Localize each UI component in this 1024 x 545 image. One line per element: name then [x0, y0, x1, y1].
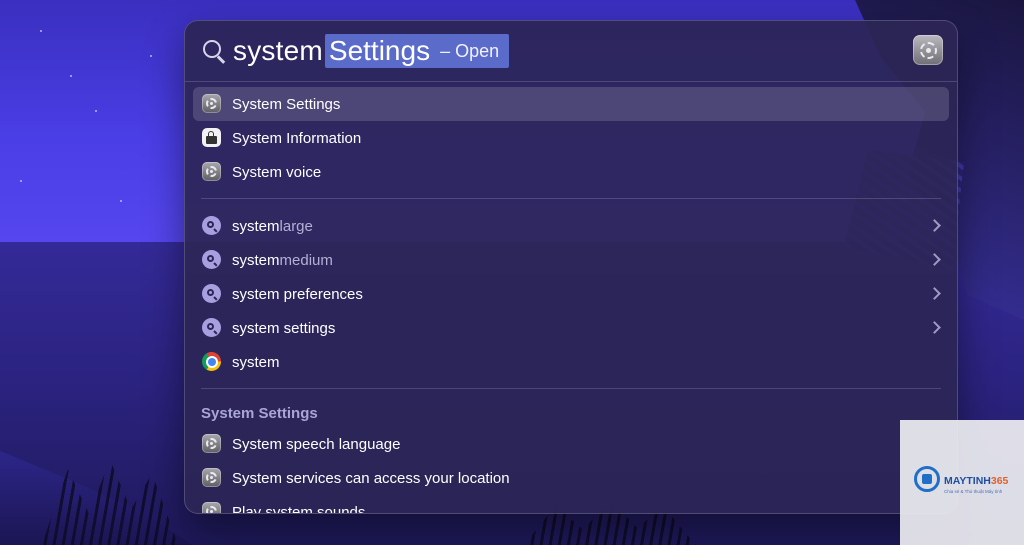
star	[95, 110, 97, 112]
search-suggestion-icon	[202, 284, 221, 303]
search-suggestion-icon	[202, 318, 221, 337]
divider	[201, 198, 941, 199]
search-query[interactable]: system Settings – Open	[233, 32, 510, 70]
spotlight-search-bar[interactable]: system Settings – Open	[185, 21, 957, 81]
suggestion-label: system preferences	[232, 285, 363, 303]
star	[120, 200, 122, 202]
search-typed-text: system	[233, 35, 323, 66]
search-autocomplete-highlight: Settings – Open	[324, 34, 510, 68]
suggestion-system-preferences[interactable]: system preferences	[193, 277, 949, 311]
chevron-right-icon	[928, 253, 941, 266]
result-system-information[interactable]: System Information	[193, 121, 949, 155]
search-icon	[203, 40, 221, 58]
result-system-speech-language[interactable]: System speech language	[193, 427, 949, 461]
star	[40, 30, 42, 32]
watermark-logo: MAYTINH365 Chia sẻ & Thủ thuật Máy tính	[900, 420, 1024, 545]
gear-icon	[202, 468, 221, 487]
search-completion-text: Settings	[328, 35, 431, 66]
search-action-hint: – Open	[440, 40, 500, 61]
system-information-icon	[202, 128, 221, 147]
chrome-icon	[202, 352, 221, 371]
result-label: Play system sounds	[232, 503, 366, 514]
result-label: system	[232, 353, 280, 371]
chevron-right-icon	[928, 219, 941, 232]
section-header-system-settings: System Settings	[201, 404, 318, 422]
results-list: System Settings System Information Syste…	[185, 82, 957, 514]
suggestion-label: system settings	[232, 319, 336, 337]
web-result-system[interactable]: system	[193, 345, 949, 379]
gear-icon	[202, 502, 221, 513]
result-label: System Settings	[232, 95, 341, 113]
star	[70, 75, 72, 77]
chevron-right-icon	[928, 287, 941, 300]
chevron-right-icon	[928, 321, 941, 334]
result-play-system-sounds[interactable]: Play system sounds	[193, 495, 949, 514]
result-system-services-location[interactable]: System services can access your location	[193, 461, 949, 495]
result-label: System speech language	[232, 435, 401, 453]
watermark-tagline: Chia sẻ & Thủ thuật Máy tính	[944, 489, 1003, 494]
suggestion-systemlarge[interactable]: systemlarge	[193, 209, 949, 243]
suggestion-label: systemlarge	[232, 217, 313, 235]
suggestion-system-settings[interactable]: system settings	[193, 311, 949, 345]
star	[150, 55, 152, 57]
spotlight-panel: system Settings – Open System Settings S…	[184, 20, 958, 514]
result-label: System Information	[232, 129, 362, 147]
search-suggestion-icon	[202, 250, 221, 269]
suggestion-label: systemmedium	[232, 251, 333, 269]
result-label: System voice	[232, 163, 322, 181]
system-settings-app-icon	[913, 35, 943, 65]
divider	[201, 388, 941, 389]
result-label: System services can access your location	[232, 469, 510, 487]
watermark-brand: MAYTINH365	[944, 475, 1009, 487]
suggestion-systemmedium[interactable]: systemmedium	[193, 243, 949, 277]
gear-icon	[919, 41, 937, 59]
search-suggestion-icon	[202, 216, 221, 235]
gear-icon	[202, 162, 221, 181]
star	[20, 180, 22, 182]
result-system-voice[interactable]: System voice	[193, 155, 949, 189]
logo-icon	[914, 466, 940, 492]
gear-icon	[202, 434, 221, 453]
gear-icon	[202, 94, 221, 113]
result-system-settings[interactable]: System Settings	[193, 87, 949, 121]
